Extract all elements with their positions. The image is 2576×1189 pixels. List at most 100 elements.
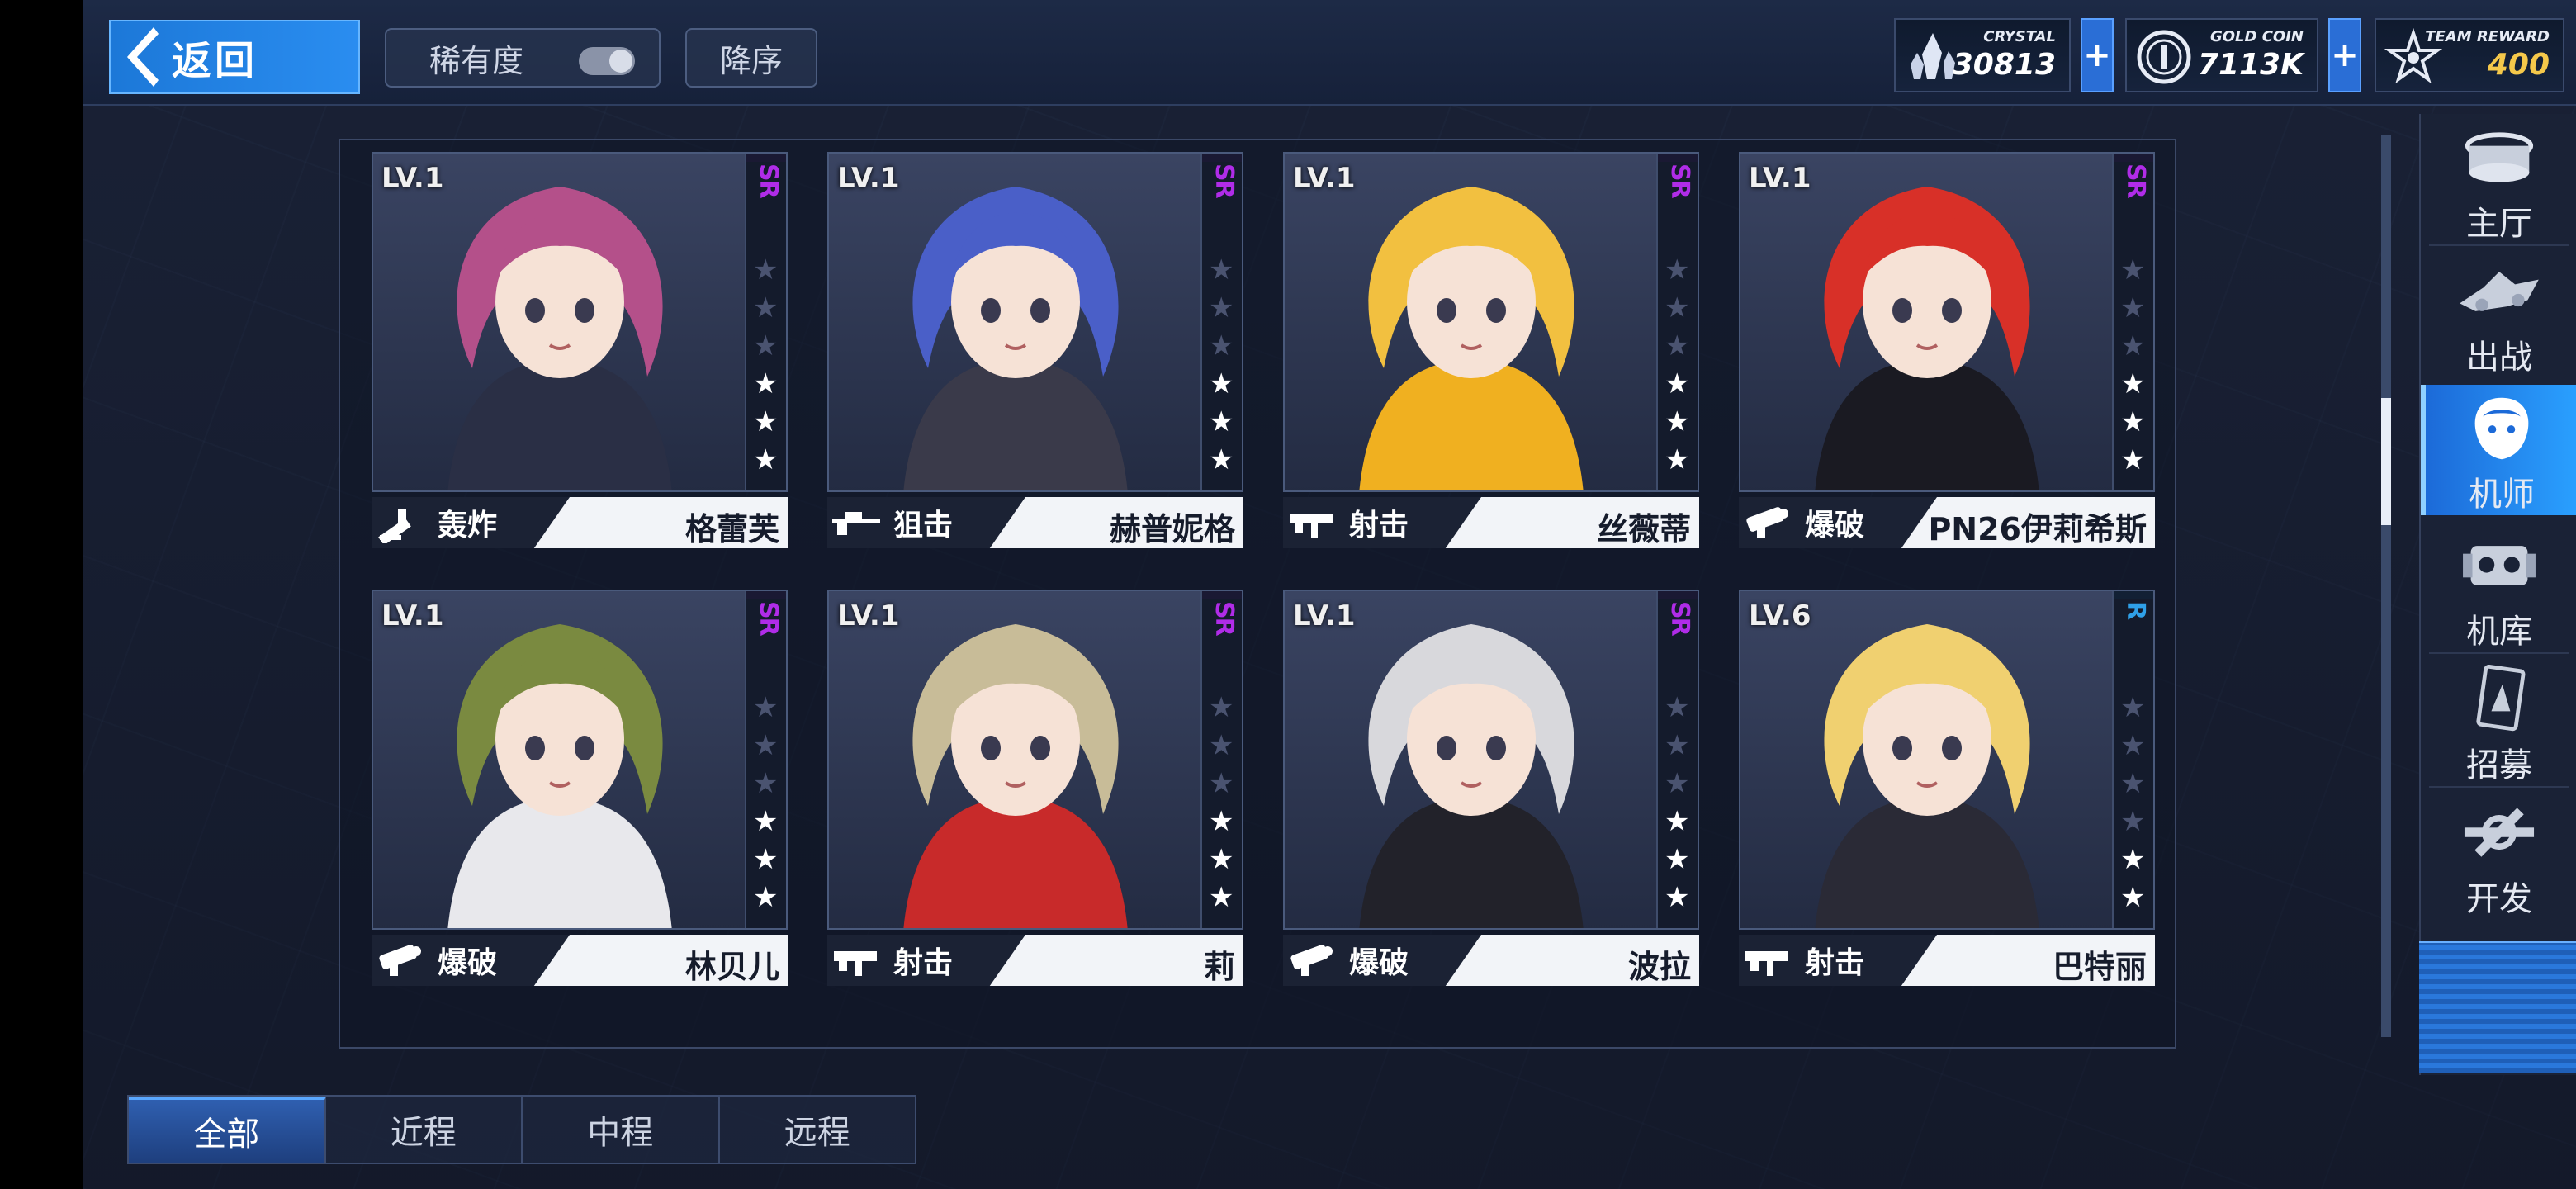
sortie-icon — [2460, 272, 2539, 311]
role-tag: 爆破 — [1283, 935, 1481, 986]
role-label: 爆破 — [438, 946, 498, 980]
nav-divider — [2429, 652, 2569, 654]
pilot-portrait — [1740, 591, 2114, 928]
pilot-level: LV.1 — [1749, 162, 1811, 195]
role-label: 爆破 — [1349, 946, 1409, 980]
nav-develop[interactable]: 开发 — [2421, 789, 2576, 920]
rarity-label: 稀有度 — [429, 42, 524, 79]
sort-order-button[interactable]: 降序 — [685, 28, 817, 88]
pilot-info-bar: 爆破 林贝儿 — [372, 935, 788, 986]
star-icon: ★ — [2120, 729, 2146, 762]
star-icon: ★ — [753, 805, 779, 838]
star-icon: ★ — [2120, 329, 2146, 362]
star-icon: ★ — [1209, 881, 1234, 914]
role-tag: 爆破 — [372, 935, 570, 986]
star-icon: ★ — [1209, 291, 1234, 324]
star-icon: ★ — [1209, 253, 1234, 287]
pilot-card[interactable]: LV.1 SR ★ ★ ★ ★ ★ ★ 轰炸 格蕾芙 — [372, 152, 788, 568]
tab-label: 远程 — [784, 1114, 850, 1152]
star-icon: ★ — [2120, 767, 2146, 800]
weapon-icon — [1742, 502, 1793, 543]
nav-label: 招募 — [2466, 746, 2532, 784]
pilot-card[interactable]: LV.1 SR ★ ★ ★ ★ ★ ★ 狙击 赫普妮格 — [827, 152, 1243, 568]
add-crystal-button[interactable]: + — [2081, 18, 2114, 92]
pilot-portrait — [1285, 591, 1658, 928]
pilot-card[interactable]: LV.1 SR ★ ★ ★ ★ ★ ★ 射击 莉 — [827, 590, 1243, 1006]
tab-mid-range[interactable]: 中程 — [523, 1097, 720, 1163]
nav-sortie[interactable]: 出战 — [2421, 248, 2576, 378]
weapon-icon — [831, 940, 882, 981]
pilot-info-bar: 射击 莉 — [827, 935, 1243, 986]
star-icon: ★ — [1664, 405, 1690, 438]
role-label: 狙击 — [893, 509, 954, 542]
nav-recruit[interactable]: 招募 — [2421, 656, 2576, 786]
pilot-card[interactable]: LV.1 SR ★ ★ ★ ★ ★ ★ 射击 丝薇蒂 — [1283, 152, 1699, 568]
hall-icon — [2465, 132, 2534, 182]
pilot-name: 莉 — [1203, 949, 1235, 985]
tab-label: 近程 — [390, 1114, 457, 1152]
rarity-sidebar: SR ★ ★ ★ ★ ★ ★ — [745, 591, 786, 928]
back-label: 返回 — [172, 38, 258, 84]
base-map-button[interactable] — [2419, 941, 2576, 1073]
nav-hall[interactable]: 主厅 — [2421, 114, 2576, 244]
nav-hangar[interactable]: 机库 — [2421, 522, 2576, 652]
rarity-filter-button[interactable]: 稀有度 — [385, 28, 661, 88]
weapon-icon — [1286, 940, 1338, 981]
star-icon: ★ — [1664, 729, 1690, 762]
tab-long-range[interactable]: 远程 — [720, 1097, 916, 1163]
hangar-icon — [2463, 546, 2536, 585]
pilot-card[interactable]: LV.1 SR ★ ★ ★ ★ ★ ★ 爆破 PN26伊莉希斯 — [1739, 152, 2155, 568]
scrollbar-thumb[interactable] — [2381, 398, 2391, 525]
rarity-sidebar: SR ★ ★ ★ ★ ★ ★ — [1656, 154, 1698, 490]
pilot-level: LV.1 — [381, 162, 444, 195]
pilot-portrait-frame: LV.1 SR ★ ★ ★ ★ ★ ★ — [1739, 152, 2155, 492]
star-icon: ★ — [753, 405, 779, 438]
star-icon: ★ — [753, 291, 779, 324]
pilot-name: 林贝儿 — [684, 949, 779, 985]
star-icon: ★ — [753, 329, 779, 362]
nav-divider — [2429, 786, 2569, 788]
left-letterbox — [0, 0, 83, 1189]
pilot-portrait — [829, 154, 1202, 490]
add-gold-button[interactable]: + — [2328, 18, 2361, 92]
tab-all[interactable]: 全部 — [129, 1097, 326, 1163]
nav-divider — [2429, 244, 2569, 246]
rarity-badge: SR — [754, 601, 783, 635]
tab-label: 中程 — [587, 1114, 654, 1152]
pilot-portrait-frame: LV.1 SR ★ ★ ★ ★ ★ ★ — [372, 152, 788, 492]
gold-coin-counter: GOLD COIN 7113K — [2125, 18, 2318, 92]
back-button[interactable]: 返回 — [109, 20, 360, 94]
pilot-card[interactable]: LV.1 SR ★ ★ ★ ★ ★ ★ 爆破 波拉 — [1283, 590, 1699, 1006]
pilot-level: LV.1 — [1293, 162, 1356, 195]
star-icon: ★ — [1209, 729, 1234, 762]
pilot-portrait-frame: LV.1 SR ★ ★ ★ ★ ★ ★ — [827, 590, 1243, 930]
pilot-card[interactable]: LV.1 SR ★ ★ ★ ★ ★ ★ 爆破 林贝儿 — [372, 590, 788, 1006]
pilot-portrait — [829, 591, 1202, 928]
nav-label: 开发 — [2466, 880, 2532, 918]
rarity-badge: SR — [1665, 163, 1694, 197]
star-icon: ★ — [1209, 691, 1234, 724]
role-tag: 爆破 — [1739, 497, 1937, 548]
star-icon: ★ — [2120, 691, 2146, 724]
weapon-icon — [1286, 502, 1338, 543]
star-icon: ★ — [1209, 843, 1234, 876]
sort-label: 降序 — [719, 42, 783, 79]
team-reward-name: TEAM REWARD — [2425, 28, 2550, 45]
scrollbar-track[interactable] — [2381, 135, 2391, 1037]
pilot-card[interactable]: LV.6 R ★ ★ ★ ★ ★ ★ 射击 巴特丽 — [1739, 590, 2155, 1006]
nav-pilot[interactable]: 机师 — [2421, 385, 2576, 515]
tab-short-range[interactable]: 近程 — [326, 1097, 523, 1163]
star-icon: ★ — [1664, 291, 1690, 324]
star-rating: ★ ★ ★ ★ ★ ★ — [1664, 251, 1689, 479]
role-tag: 射击 — [827, 935, 1025, 986]
star-icon: ★ — [753, 843, 779, 876]
star-icon: ★ — [2120, 843, 2146, 876]
role-label: 爆破 — [1805, 509, 1865, 542]
pilot-level: LV.6 — [1749, 599, 1811, 632]
star-icon: ★ — [1664, 253, 1690, 287]
star-icon: ★ — [753, 729, 779, 762]
pilot-name: PN26伊莉希斯 — [1928, 511, 2147, 547]
crystal-counter: CRYSTAL 30813 — [1894, 18, 2071, 92]
nav-label: 主厅 — [2466, 205, 2532, 243]
crystal-value: 30813 — [1952, 48, 2056, 82]
